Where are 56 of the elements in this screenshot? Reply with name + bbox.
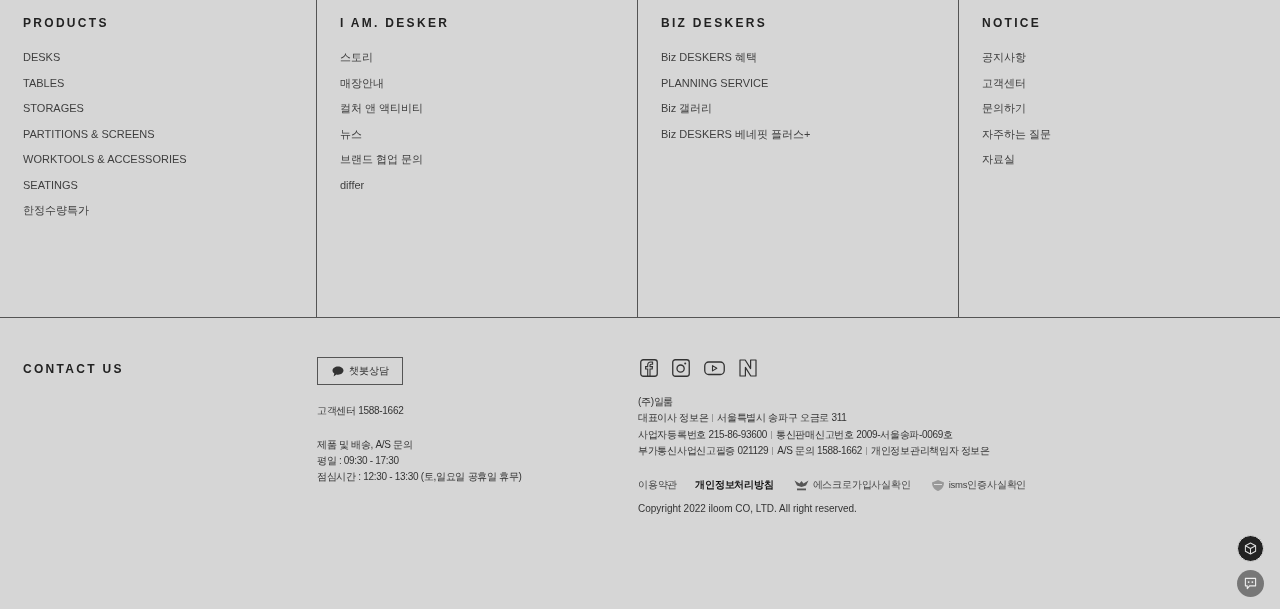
menu-link[interactable]: PARTITIONS & SCREENS	[23, 121, 155, 147]
menu-link[interactable]: Biz 갤러리	[661, 96, 713, 122]
menu-link[interactable]: 자주하는 질문	[982, 121, 1052, 147]
play-icon[interactable]	[704, 359, 725, 377]
copyright-text: Copyright 2022 iloom CO, LTD. All right reserved.	[638, 502, 857, 517]
footer-link[interactable]: 개인정보처리방침	[695, 477, 774, 494]
menu-link[interactable]: WORKTOOLS & ACCESSORIES	[23, 147, 187, 173]
hours-text: 제품 및 배송, A/S 문의	[317, 438, 413, 452]
footer-link[interactable]: isms인증사실확인	[930, 477, 1027, 494]
column-heading: BIZ DESKERS	[661, 15, 767, 31]
column-heading: NOTICE	[982, 15, 1042, 31]
company-info-text: 서울특별시 송파구 오금로 311	[717, 411, 847, 426]
menu-link[interactable]: TABLES	[23, 70, 65, 96]
menu-link[interactable]: 공지사항	[982, 45, 1026, 71]
menu-link[interactable]: 자료실	[982, 147, 1015, 173]
company-info-text: 통신판매신고번호 2009-서울송파-0069호	[776, 427, 953, 442]
footer-link[interactable]: 이용약관	[638, 477, 678, 494]
menu-link[interactable]: Biz DESKERS 베네핏 플러스+	[661, 121, 811, 147]
speech-bubble-icon	[332, 365, 344, 377]
phone-text: 고객센터 1588-1662	[317, 404, 404, 418]
company-info-text: A/S 문의 1588-1662	[777, 443, 862, 458]
hours-text: 점심시간 : 12:30 - 13:30 (토,일요일 공휴일 휴무)	[317, 470, 522, 484]
menu-link[interactable]: 문의하기	[982, 96, 1026, 122]
company-info-text: 대표이사 정보은	[638, 411, 709, 426]
company-info-text: 개인정보관리책임자 정보은	[871, 443, 990, 458]
menu-link[interactable]: 스토리	[340, 45, 373, 71]
chatbot-button[interactable]: 챗봇상담	[317, 357, 403, 385]
company-info-text: 사업자등록번호 215-86-93600	[638, 427, 768, 442]
company-info-text: (주)일룸	[638, 395, 674, 409]
company-info-text: 부가통신사업신고필증 021129	[638, 443, 769, 458]
column-heading: I AM. DESKER	[340, 15, 450, 31]
cube-button[interactable]	[1237, 535, 1264, 562]
chat-bubble-button[interactable]	[1237, 570, 1264, 597]
emblem-icon	[793, 479, 809, 492]
hours-text: 평일 : 09:30 - 17:30	[317, 454, 399, 468]
instagram-icon[interactable]	[672, 359, 690, 377]
facebook-icon[interactable]	[640, 359, 658, 377]
column-heading: PRODUCTS	[23, 15, 109, 31]
contact-heading: CONTACT US	[23, 361, 124, 377]
menu-link[interactable]: 고객센터	[982, 70, 1026, 96]
letter-n-icon[interactable]	[739, 359, 757, 377]
menu-link[interactable]: 브랜드 협업 문의	[340, 147, 424, 173]
cube-icon	[1244, 542, 1257, 555]
menu-link[interactable]: 한정수량특가	[23, 198, 89, 224]
menu-link[interactable]: DESKS	[23, 45, 61, 71]
footer-link[interactable]: 에스크로가입사실확인	[793, 477, 911, 494]
menu-link[interactable]: 매장안내	[340, 70, 384, 96]
menu-link[interactable]: 뉴스	[340, 121, 362, 147]
menu-link[interactable]: Biz DESKERS 혜택	[661, 45, 757, 71]
menu-link[interactable]: STORAGES	[23, 96, 84, 122]
menu-link[interactable]: PLANNING SERVICE	[661, 70, 769, 96]
menu-link[interactable]: SEATINGS	[23, 172, 78, 198]
shield-icon	[930, 478, 945, 492]
menu-link[interactable]: differ	[340, 172, 365, 198]
chat-bubble-icon	[1244, 577, 1257, 590]
menu-link[interactable]: 컬처 앤 액티비티	[340, 96, 424, 122]
